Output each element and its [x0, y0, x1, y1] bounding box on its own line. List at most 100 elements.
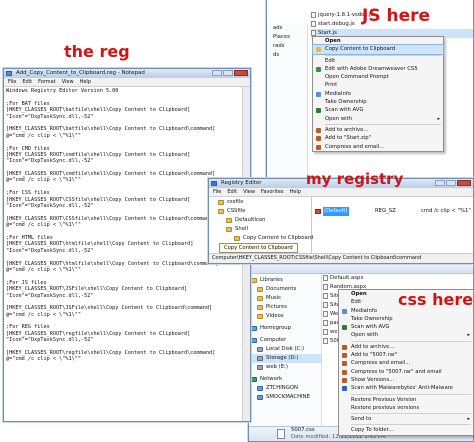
menu-file[interactable]: File: [8, 78, 16, 86]
menu-item[interactable]: Scan with Malwarebytes' Anti-Malware: [339, 384, 473, 392]
menu-item-label: Open: [325, 38, 341, 44]
nav-item-label: SMOCKMACHINE: [266, 394, 310, 400]
menu-item[interactable]: Show Versions...: [339, 376, 473, 384]
menu-item[interactable]: Copy Content to Clipboard: [312, 44, 444, 55]
nav-item-label: ZTCHINGON: [266, 385, 298, 391]
menu-item[interactable]: Open with ▸: [313, 115, 443, 123]
nav-item[interactable]: Places: [267, 33, 307, 42]
menu-help[interactable]: Help: [80, 78, 91, 86]
close-icon[interactable]: [234, 70, 248, 76]
nav-item[interactable]: rads: [267, 42, 307, 51]
menu-item[interactable]: Add to "5007.rar": [339, 351, 473, 359]
regedit-menu-help[interactable]: Help: [290, 188, 301, 196]
maximize-icon[interactable]: [223, 70, 233, 76]
file-icon: [323, 283, 328, 290]
menu-item[interactable]: Compress and email...: [313, 143, 443, 151]
file-icon: [323, 328, 328, 335]
file-icon: [323, 292, 328, 299]
regedit-minimize-icon[interactable]: [435, 180, 445, 186]
regedit-maximize-icon[interactable]: [446, 180, 456, 186]
nav-item[interactable]: Computer: [249, 336, 321, 345]
nav-item[interactable]: ds: [267, 51, 307, 60]
file-row[interactable]: Default.aspx: [323, 274, 364, 283]
menu-item[interactable]: Compress to "5007.rar" and email: [339, 368, 473, 376]
menu-item-label: Send to: [351, 416, 372, 423]
menu-item[interactable]: Scan with AVG: [339, 323, 473, 331]
menu-item[interactable]: Copy To folder...: [339, 426, 473, 434]
nav-item[interactable]: Libraries: [249, 276, 321, 285]
text-line: @="cmd /c clip < \"%1\"": [6, 356, 81, 363]
avg-icon: [342, 325, 347, 331]
menu-edit[interactable]: Edit: [22, 78, 32, 86]
folder-icon: [226, 218, 232, 223]
nav-item-label: Music: [266, 295, 282, 301]
nav-item[interactable]: ads: [267, 24, 307, 33]
folder-icon: [234, 236, 240, 241]
menu-item[interactable]: Open Command Prompt: [313, 73, 443, 81]
annotation-js-here: JS here: [362, 6, 431, 26]
menu-item[interactable]: Take Ownership: [339, 315, 473, 323]
nav-item-label: Local Disk (C:): [266, 346, 305, 352]
regedit-menu-file[interactable]: File: [213, 188, 221, 196]
nav-item[interactable]: Videos: [249, 312, 321, 321]
menu-item[interactable]: Take Ownership: [313, 98, 443, 106]
tree-node[interactable]: Copy Content to Clipboard: [209, 234, 313, 243]
text-line: [HKEY_CLASSES_ROOT\batfile\shell\Copy Co…: [6, 126, 216, 133]
menu-item[interactable]: Add to archive...: [313, 126, 443, 134]
nav-item[interactable]: Documents: [249, 285, 321, 294]
nav-item[interactable]: Network: [249, 375, 321, 384]
js-file-icon: [311, 20, 316, 27]
nav-item[interactable]: Storage (D:): [249, 354, 321, 363]
value-row[interactable]: (Default) REG_SZ cmd /c clip < "%1": [313, 207, 473, 216]
menu-item[interactable]: Compress and email...: [339, 359, 473, 367]
menu-item[interactable]: Add to archive...: [339, 343, 473, 351]
tree-node-label: cssfile: [227, 199, 244, 205]
minimize-icon[interactable]: [212, 70, 222, 76]
menu-item-label: Compress and email...: [351, 360, 411, 367]
menu-item[interactable]: Send to ▸: [339, 415, 473, 423]
menu-item[interactable]: Open: [313, 37, 443, 45]
regedit-menu-edit[interactable]: Edit: [227, 188, 237, 196]
menu-item-label: Scan with Malwarebytes' Anti-Malware: [351, 385, 454, 392]
folder-icon: [257, 296, 263, 301]
tree-node[interactable]: Shell: [209, 225, 311, 234]
nav-item[interactable]: ZTCHINGON: [249, 384, 321, 393]
menu-item[interactable]: Restore Previous Version: [339, 396, 473, 404]
tree-node[interactable]: DefaultIcon: [209, 216, 311, 225]
regedit-menu-view[interactable]: View: [243, 188, 255, 196]
menu-item[interactable]: Edit: [313, 57, 443, 65]
menu-item[interactable]: Open with ▸: [339, 331, 473, 339]
nav-item[interactable]: Homegroup: [249, 324, 321, 333]
menu-item-label: Compress to "5007.rar" and email: [351, 368, 442, 375]
notepad-titlebar[interactable]: Add_Copy_Content_to_Clipboard.reg - Note…: [4, 69, 250, 78]
regedit-menu-favorites[interactable]: Favorites: [261, 188, 284, 196]
file-icon: [323, 337, 328, 344]
menu-item-label: Compress and email...: [325, 143, 385, 150]
nav-item[interactable]: Music: [249, 294, 321, 303]
nav-item[interactable]: Local Disk (C:): [249, 345, 321, 354]
file-icon: [323, 319, 328, 326]
nav-item[interactable]: web (E:): [249, 363, 321, 372]
menu-format[interactable]: Format: [38, 78, 56, 86]
menu-item[interactable]: Add to "Start.zip": [313, 134, 443, 142]
regedit-menubar: File Edit View Favorites Help: [209, 188, 473, 197]
mediainfo-icon: [342, 308, 347, 314]
submenu-arrow-icon: ▸: [437, 115, 440, 122]
nav-item[interactable]: Pictures: [249, 303, 321, 312]
css-nav-pane: Libraries Documents Music Pictures Videos Hom…: [249, 274, 322, 427]
menu-item[interactable]: Edit with Adobe Dreamweaver CS5: [313, 65, 443, 73]
menu-item[interactable]: Print: [313, 81, 443, 89]
folder-icon: [226, 227, 232, 232]
nav-item[interactable]: SMOCKMACHINE: [249, 393, 321, 402]
mediainfo-icon: [316, 91, 321, 97]
menu-item[interactable]: MediaInfo: [313, 90, 443, 98]
notepad-text-area[interactable]: Windows Registry Editor Version 5.00 ;For…: [6, 88, 242, 419]
regedit-close-icon[interactable]: [457, 180, 471, 186]
tree-node[interactable]: cssfile: [209, 198, 311, 207]
menu-item[interactable]: Restore previous versions: [339, 404, 473, 412]
menu-view[interactable]: View: [62, 78, 74, 86]
window-controls: [212, 70, 248, 76]
menu-item-label: MediaInfo: [351, 307, 377, 314]
menu-item[interactable]: Scan with AVG: [313, 106, 443, 114]
tree-node[interactable]: CSSfile: [209, 207, 311, 216]
